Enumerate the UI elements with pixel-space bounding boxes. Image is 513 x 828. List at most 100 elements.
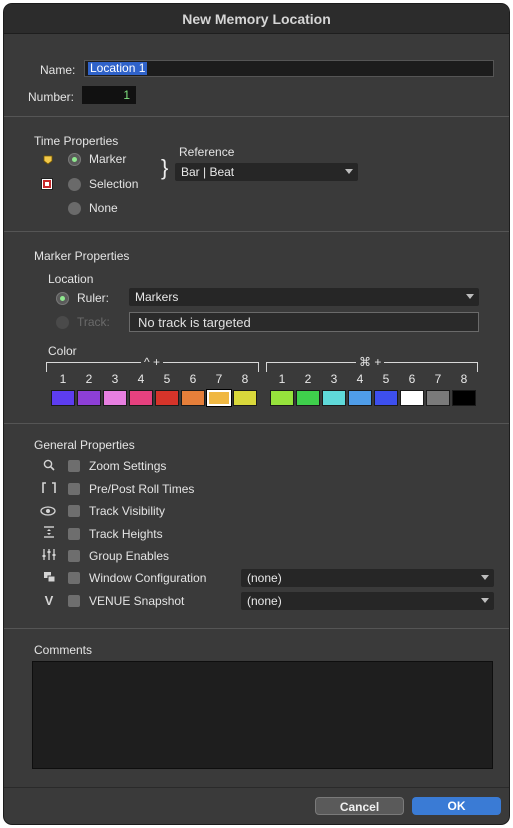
selection-radio-label: Selection — [89, 177, 139, 191]
window-configuration-label: Window Configuration — [89, 571, 207, 585]
color-number: 4 — [356, 372, 364, 386]
group-enables-checkbox[interactable] — [68, 550, 80, 562]
marker-type-icon — [43, 154, 53, 165]
color-number: 3 — [330, 372, 338, 386]
color-number: 4 — [137, 372, 145, 386]
color-swatch[interactable] — [77, 390, 101, 406]
marker-properties-heading: Marker Properties — [34, 249, 130, 263]
separator — [4, 231, 509, 232]
preroll-icon — [40, 482, 58, 497]
color-swatch[interactable] — [155, 390, 179, 406]
dialog-title: New Memory Location — [4, 4, 509, 34]
color-swatch[interactable] — [129, 390, 153, 406]
ok-button[interactable]: OK — [412, 797, 501, 815]
color-number: 1 — [59, 372, 67, 386]
color-number: 5 — [382, 372, 390, 386]
chevron-down-icon — [481, 575, 489, 580]
color-swatch[interactable] — [103, 390, 127, 406]
track-heights-label: Track Heights — [89, 527, 163, 541]
magnifier-icon — [40, 459, 58, 474]
chevron-down-icon — [481, 598, 489, 603]
number-value: 1 — [123, 88, 130, 102]
time-properties-heading: Time Properties — [34, 134, 119, 148]
color-number: 2 — [304, 372, 312, 386]
comments-textarea[interactable] — [32, 661, 493, 769]
color-swatch[interactable] — [270, 390, 294, 406]
venue-snapshot-value: (none) — [247, 594, 282, 608]
window-config-icon — [40, 571, 58, 586]
color-number: 7 — [434, 372, 442, 386]
color-swatch[interactable] — [322, 390, 346, 406]
color-swatch[interactable] — [233, 390, 257, 406]
track-label: Track: — [77, 315, 110, 329]
color-number: 5 — [163, 372, 171, 386]
separator — [4, 628, 509, 629]
separator — [4, 787, 509, 788]
memory-location-dialog: New Memory Location Name: Location 1 Num… — [4, 4, 509, 824]
ruler-label: Ruler: — [77, 291, 110, 305]
separator — [4, 423, 509, 424]
eye-icon — [39, 505, 57, 519]
track-field: No track is targeted — [129, 312, 479, 332]
track-radio[interactable] — [56, 316, 69, 329]
group-enables-icon — [40, 548, 58, 564]
color-number: 6 — [408, 372, 416, 386]
color-number: 2 — [85, 372, 93, 386]
color-swatch[interactable] — [296, 390, 320, 406]
color-number: 8 — [241, 372, 249, 386]
color-swatch[interactable] — [374, 390, 398, 406]
venue-icon: V — [44, 593, 54, 608]
color-swatch[interactable] — [348, 390, 372, 406]
color-number: 7 — [215, 372, 223, 386]
track-value: No track is targeted — [138, 315, 251, 330]
track-heights-icon — [40, 526, 58, 541]
number-input[interactable]: 1 — [82, 86, 136, 104]
selection-radio[interactable] — [68, 178, 81, 191]
venue-snapshot-checkbox[interactable] — [68, 595, 80, 607]
reference-brace-icon: } — [161, 155, 169, 180]
color-number: 1 — [278, 372, 286, 386]
chevron-down-icon — [345, 169, 353, 174]
pre-post-roll-label: Pre/Post Roll Times — [89, 482, 195, 496]
pre-post-roll-checkbox[interactable] — [68, 483, 80, 495]
color-swatch[interactable] — [452, 390, 476, 406]
name-input[interactable]: Location 1 — [84, 60, 494, 77]
name-value: Location 1 — [88, 61, 148, 75]
window-configuration-dropdown[interactable]: (none) — [241, 569, 494, 587]
number-label: Number: — [28, 90, 75, 104]
separator — [4, 116, 509, 117]
ruler-dropdown[interactable]: Markers — [129, 288, 479, 306]
color-swatch[interactable] — [426, 390, 450, 406]
comments-heading: Comments — [34, 643, 93, 657]
track-heights-checkbox[interactable] — [68, 528, 80, 540]
none-radio-label: None — [89, 201, 118, 215]
cancel-button[interactable]: Cancel — [315, 797, 404, 815]
color-swatch[interactable] — [181, 390, 205, 406]
reference-dropdown[interactable]: Bar | Beat — [175, 163, 358, 181]
venue-snapshot-label: VENUE Snapshot — [89, 594, 185, 608]
reference-value: Bar | Beat — [181, 165, 235, 179]
none-radio[interactable] — [68, 202, 81, 215]
window-configuration-value: (none) — [247, 571, 282, 585]
group-enables-label: Group Enables — [89, 549, 170, 563]
zoom-settings-checkbox[interactable] — [68, 460, 80, 472]
track-visibility-label: Track Visibility — [89, 504, 166, 518]
venue-snapshot-dropdown[interactable]: (none) — [241, 592, 494, 610]
color-label: Color — [48, 344, 77, 358]
control-modifier-label: ^ + — [141, 355, 163, 369]
color-number: 3 — [111, 372, 119, 386]
color-swatch[interactable] — [400, 390, 424, 406]
marker-radio[interactable] — [68, 153, 81, 166]
location-label: Location — [48, 272, 94, 286]
reference-label: Reference — [179, 145, 235, 159]
color-swatch[interactable] — [51, 390, 75, 406]
window-configuration-checkbox[interactable] — [68, 572, 80, 584]
name-label: Name: — [40, 63, 76, 77]
color-number: 8 — [460, 372, 468, 386]
color-swatch-selected[interactable] — [207, 390, 231, 406]
command-modifier-label: ⌘ + — [356, 355, 385, 369]
color-number: 6 — [189, 372, 197, 386]
track-visibility-checkbox[interactable] — [68, 505, 80, 517]
ruler-radio[interactable] — [56, 292, 69, 305]
chevron-down-icon — [466, 294, 474, 299]
